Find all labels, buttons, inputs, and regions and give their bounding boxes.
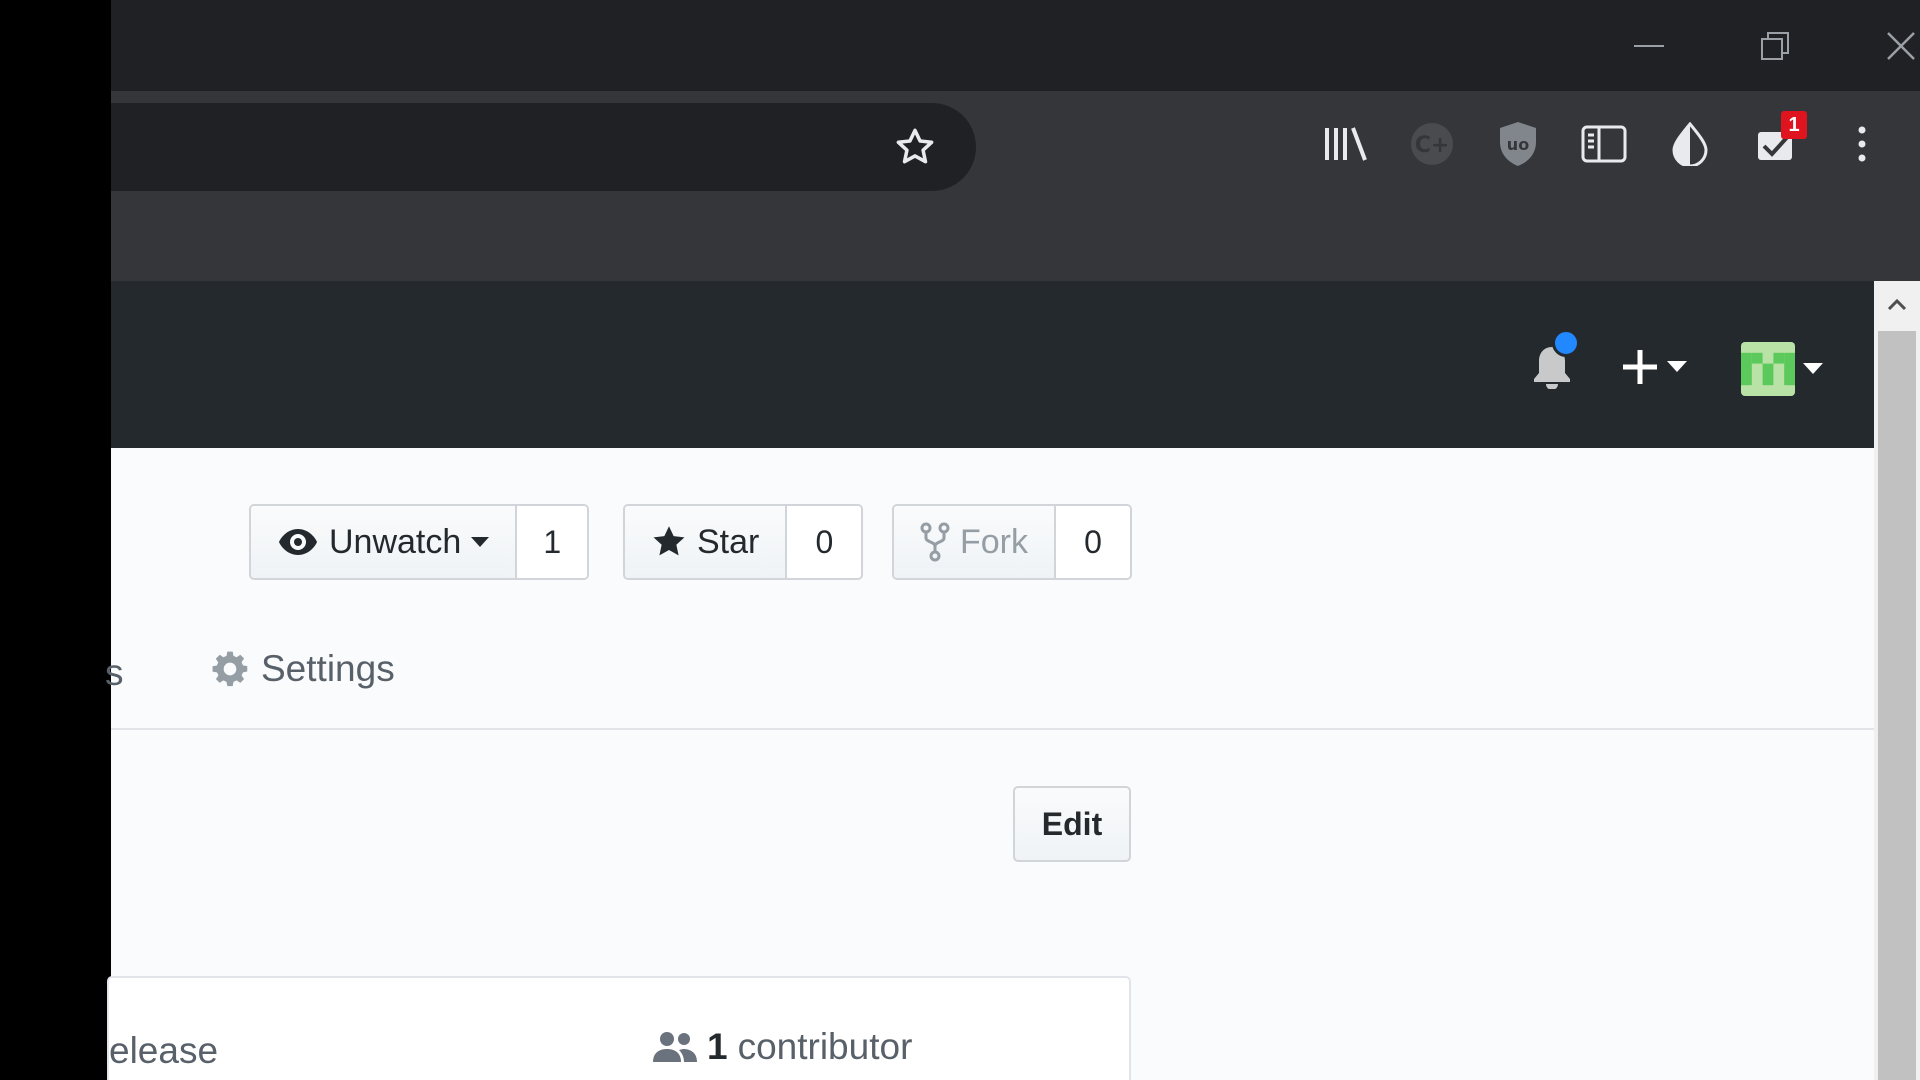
minimize-icon[interactable]: [1586, 0, 1712, 91]
fork-count[interactable]: 0: [1056, 506, 1130, 578]
star-button[interactable]: Star: [625, 506, 788, 578]
notification-indicator: [1552, 329, 1580, 357]
contributor-count: 1: [707, 1026, 728, 1067]
star-count[interactable]: 0: [787, 506, 862, 578]
fork-button-group: Fork 0: [892, 504, 1132, 580]
settings-label: Settings: [261, 648, 395, 689]
scroll-up-icon[interactable]: [1874, 281, 1920, 327]
new-menu-button[interactable]: [1621, 343, 1701, 391]
svg-text:C+: C+: [1415, 133, 1450, 158]
people-icon: [653, 1032, 697, 1062]
window-titlebar: [111, 0, 1920, 91]
unwatch-label: Unwatch: [329, 522, 462, 561]
library-icon[interactable]: [1319, 117, 1373, 171]
identicon-avatar: [1741, 342, 1795, 396]
plus-icon: [1623, 350, 1657, 384]
caret-down-icon: [471, 536, 490, 547]
scrollbar-thumb[interactable]: [1878, 331, 1916, 1080]
address-bar[interactable]: [111, 103, 976, 191]
browser-toolbar: C+ uo 1: [111, 91, 1920, 281]
sidebar-icon[interactable]: [1577, 117, 1631, 171]
repo-nav-tabs: s Settings: [105, 630, 1874, 730]
unwatch-button[interactable]: Unwatch: [251, 506, 518, 578]
contributors-link[interactable]: 1 contributor: [653, 1026, 912, 1068]
todo-badge: 1: [1781, 111, 1807, 139]
eye-icon: [279, 529, 317, 555]
dark-reader-icon[interactable]: [1663, 117, 1717, 171]
vertical-scrollbar[interactable]: [1874, 281, 1920, 1080]
user-menu-button[interactable]: [1741, 341, 1837, 397]
ublock-icon[interactable]: uo: [1491, 117, 1545, 171]
screen: C+ uo 1 Unwatch 1 Star 0 Fork 0 s Settin…: [0, 0, 1920, 1080]
svg-text:uo: uo: [1507, 135, 1529, 154]
repo-summary: elease 1 contributor: [107, 976, 1131, 1080]
tab-settings[interactable]: Settings: [211, 648, 395, 690]
gear-icon: [212, 651, 248, 687]
repo-page: Unwatch 1 Star 0 Fork 0 s Settings Edit …: [105, 448, 1874, 1080]
tab-partial-label[interactable]: s: [105, 652, 124, 694]
github-header: [111, 281, 1874, 448]
watch-count[interactable]: 1: [517, 506, 588, 578]
releases-link[interactable]: elease: [109, 1030, 218, 1072]
fork-label: Fork: [960, 522, 1028, 561]
close-icon[interactable]: [1838, 0, 1920, 91]
restore-icon[interactable]: [1712, 0, 1838, 91]
contributor-label: contributor: [737, 1026, 913, 1067]
menu-kebab-icon[interactable]: [1835, 117, 1889, 171]
fork-button[interactable]: Fork: [894, 506, 1056, 578]
star-button-group: Star 0: [623, 504, 864, 580]
extension-disabled-icon[interactable]: C+: [1405, 117, 1459, 171]
todo-check-icon[interactable]: 1: [1749, 111, 1807, 171]
star-outline-icon[interactable]: [893, 125, 937, 169]
caret-down-icon: [1667, 361, 1687, 372]
watch-button-group: Unwatch 1: [249, 504, 590, 580]
caret-down-icon: [1803, 363, 1823, 374]
star-icon: [653, 526, 685, 556]
edit-button[interactable]: Edit: [1013, 786, 1131, 862]
fork-icon: [920, 522, 950, 562]
left-black-margin: [0, 0, 111, 1080]
star-label: Star: [697, 522, 760, 561]
